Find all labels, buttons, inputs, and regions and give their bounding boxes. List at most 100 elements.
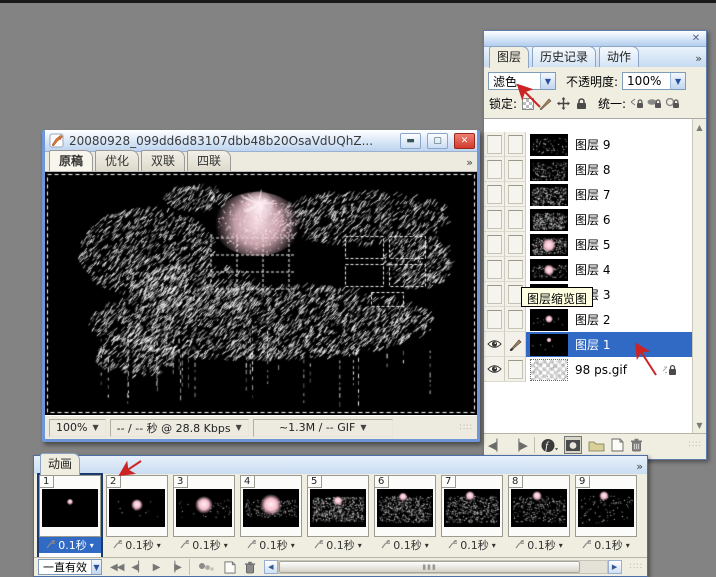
chevron-down-icon[interactable]: ▼ bbox=[236, 423, 242, 432]
tab-layers[interactable]: 图层 bbox=[489, 46, 529, 68]
animation-frame-9[interactable]: 90.1秒▾ bbox=[575, 475, 637, 558]
unify-style-icon[interactable] bbox=[665, 96, 680, 111]
layer-row-9[interactable]: 图层 1 bbox=[484, 332, 692, 357]
frame-card[interactable]: 9 bbox=[575, 475, 637, 537]
chevron-down-icon[interactable]: ▼ bbox=[670, 73, 685, 89]
layer-row-6[interactable]: 图层 4 bbox=[484, 257, 692, 282]
frame-card[interactable]: 4 bbox=[240, 475, 302, 537]
scroll-up-icon[interactable]: ▲ bbox=[693, 123, 706, 132]
disposal-method-icon[interactable] bbox=[448, 539, 457, 552]
layer-row-4[interactable]: 图层 6 bbox=[484, 207, 692, 232]
frame-delay-select[interactable]: 0.1秒▾ bbox=[240, 537, 302, 553]
frame-delay-select[interactable]: 0.1秒▾ bbox=[508, 537, 570, 553]
disposal-method-icon[interactable] bbox=[314, 539, 323, 552]
paint-indicator-cell[interactable] bbox=[505, 232, 526, 257]
layer-name[interactable]: 图层 4 bbox=[575, 261, 610, 278]
frame-delay-select[interactable]: 0.1秒▾ bbox=[106, 537, 168, 553]
layer-row-2[interactable]: 图层 8 bbox=[484, 157, 692, 182]
layer-thumbnail[interactable] bbox=[530, 334, 568, 356]
panel-menu-icon[interactable]: » bbox=[695, 52, 701, 65]
layers-palette-titlebar[interactable]: ✕ bbox=[484, 31, 706, 47]
chevron-down-icon[interactable]: ▼ bbox=[360, 423, 366, 432]
visibility-toggle[interactable] bbox=[484, 332, 505, 357]
minimize-button[interactable]: ▬ bbox=[400, 133, 421, 149]
chevron-down-icon[interactable]: ▼ bbox=[540, 73, 555, 89]
close-button[interactable]: ✕ bbox=[454, 133, 475, 149]
disposal-method-icon[interactable] bbox=[247, 539, 256, 552]
frame-delay-select[interactable]: 0.1秒▾ bbox=[374, 537, 436, 553]
scroll-down-icon[interactable]: ▼ bbox=[693, 421, 706, 430]
opacity-select[interactable]: 100% ▼ bbox=[622, 72, 686, 90]
animation-frame-7[interactable]: 70.1秒▾ bbox=[441, 475, 503, 558]
unify-visibility-icon[interactable] bbox=[647, 96, 662, 111]
animation-frame-3[interactable]: 30.1秒▾ bbox=[173, 475, 235, 558]
chevron-down-icon[interactable]: ▾ bbox=[492, 541, 496, 550]
layer-row-10[interactable]: 98 ps.gif bbox=[484, 357, 692, 382]
blend-mode-select[interactable]: 滤色 ▼ bbox=[488, 72, 556, 90]
new-frame-icon[interactable] bbox=[224, 558, 236, 576]
document-titlebar[interactable]: 20080928_099dd6d83107dbb48b20OsaVdUQhZ..… bbox=[45, 130, 477, 152]
chevron-down-icon[interactable]: ▼ bbox=[92, 423, 98, 432]
paint-indicator-cell[interactable] bbox=[505, 307, 526, 332]
visibility-toggle[interactable] bbox=[484, 257, 505, 282]
frame-card[interactable]: 2 bbox=[106, 475, 168, 537]
previous-frame-button[interactable]: ◀▏ bbox=[131, 562, 144, 573]
disposal-method-icon[interactable] bbox=[46, 539, 55, 552]
tween-icon[interactable] bbox=[198, 558, 216, 576]
visibility-toggle[interactable] bbox=[484, 357, 505, 382]
frame-card[interactable]: 7 bbox=[441, 475, 503, 537]
layer-mask-icon[interactable] bbox=[564, 436, 582, 454]
tab-4up[interactable]: 四联 bbox=[187, 150, 231, 171]
tab-history[interactable]: 历史记录 bbox=[532, 46, 596, 67]
animation-scrollbar[interactable]: ◀ ▮▮▮ ▶ bbox=[264, 560, 622, 574]
disposal-method-icon[interactable] bbox=[113, 539, 122, 552]
layer-thumbnail[interactable] bbox=[530, 159, 568, 181]
layer-row-1[interactable]: 图层 9 bbox=[484, 132, 692, 157]
layer-thumbnail[interactable] bbox=[530, 259, 568, 281]
paint-indicator-cell[interactable] bbox=[505, 257, 526, 282]
layer-name[interactable]: 图层 2 bbox=[575, 311, 610, 328]
layer-thumbnail[interactable] bbox=[530, 309, 568, 331]
frame-card[interactable]: 6 bbox=[374, 475, 436, 537]
lock-transparency-icon[interactable] bbox=[520, 96, 535, 111]
layer-thumbnail[interactable] bbox=[530, 134, 568, 156]
new-group-icon[interactable] bbox=[588, 436, 605, 454]
frame-thumbnail[interactable] bbox=[310, 489, 366, 527]
frame-thumbnail[interactable] bbox=[578, 489, 634, 527]
frame-thumbnail[interactable] bbox=[444, 489, 500, 527]
download-time-select[interactable]: -- / -- 秒 @ 28.8 Kbps ▼ bbox=[110, 419, 249, 437]
canvas-artwork[interactable] bbox=[45, 172, 477, 415]
chevron-down-icon[interactable]: ▾ bbox=[358, 541, 362, 550]
chevron-down-icon[interactable]: ▾ bbox=[90, 541, 94, 550]
frame-card[interactable]: 8 bbox=[508, 475, 570, 537]
layer-name[interactable]: 图层 8 bbox=[575, 161, 610, 178]
visibility-toggle[interactable] bbox=[484, 132, 505, 157]
frame-card[interactable]: 1 bbox=[39, 475, 101, 537]
chevron-down-icon[interactable]: ▾ bbox=[291, 541, 295, 550]
paint-indicator-cell[interactable] bbox=[505, 207, 526, 232]
scrollbar-thumb[interactable]: ▮▮▮ bbox=[279, 561, 580, 573]
chevron-down-icon[interactable]: ▾ bbox=[224, 541, 228, 550]
chevron-down-icon[interactable]: ▼ bbox=[91, 560, 101, 574]
next-frame-button[interactable]: ▕▶ bbox=[167, 562, 180, 573]
visibility-toggle[interactable] bbox=[484, 282, 505, 307]
lock-paint-icon[interactable] bbox=[538, 96, 553, 111]
disposal-method-icon[interactable] bbox=[180, 539, 189, 552]
layer-thumbnail[interactable] bbox=[530, 209, 568, 231]
frame-delay-select[interactable]: 0.1秒▾ bbox=[441, 537, 503, 553]
frame-thumbnail[interactable] bbox=[42, 489, 98, 527]
frame-thumbnail[interactable] bbox=[511, 489, 567, 527]
resize-grip-icon[interactable]: ∷∷ bbox=[460, 423, 473, 433]
next-frame-button[interactable]: ▕▶ bbox=[511, 436, 528, 454]
frame-card[interactable]: 5 bbox=[307, 475, 369, 537]
visibility-toggle[interactable] bbox=[484, 307, 505, 332]
document-canvas-area[interactable] bbox=[45, 172, 477, 415]
tab-overflow-icon[interactable]: » bbox=[466, 156, 472, 169]
scroll-left-icon[interactable]: ◀ bbox=[264, 560, 278, 574]
close-icon[interactable]: ✕ bbox=[689, 32, 703, 45]
frame-card[interactable]: 3 bbox=[173, 475, 235, 537]
first-frame-button[interactable]: ◀◀ bbox=[110, 562, 123, 573]
lock-all-icon[interactable] bbox=[574, 96, 589, 111]
panel-menu-icon[interactable]: » bbox=[636, 460, 642, 473]
layer-name[interactable]: 图层 1 bbox=[575, 336, 610, 353]
